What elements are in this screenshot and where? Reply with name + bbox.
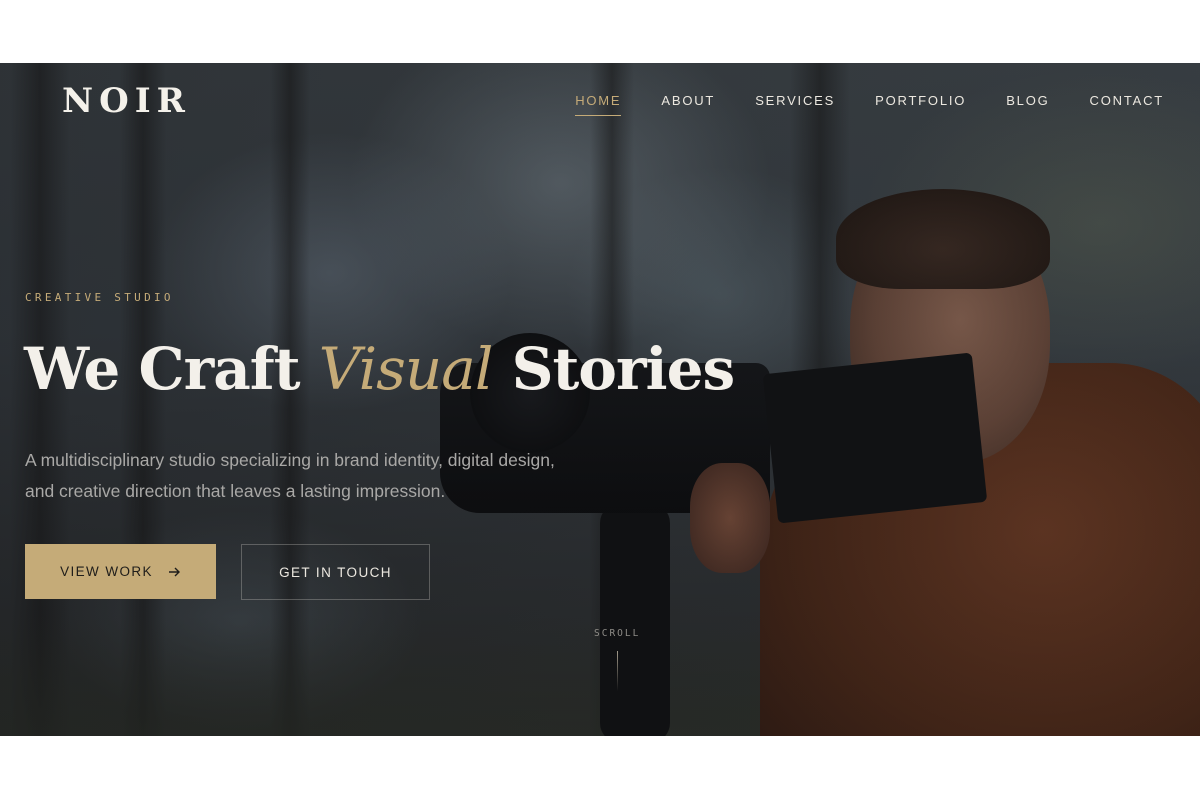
hero-subtext: A multidisciplinary studio specializing … [25, 450, 555, 501]
nav-item-contact[interactable]: CONTACT [1090, 93, 1164, 114]
get-in-touch-button[interactable]: GET IN TOUCH [241, 544, 430, 600]
hero-headline: We Craft Visual Stories [24, 335, 736, 403]
view-work-label: VIEW WORK [60, 564, 153, 579]
nav-item-portfolio[interactable]: PORTFOLIO [875, 93, 966, 114]
headline-text-end: Stories [492, 335, 736, 403]
headline-accent-word: Visual [318, 335, 494, 403]
nav-item-home[interactable]: HOME [575, 93, 622, 116]
hero-section: NOIR HOME ABOUT SERVICES PORTFOLIO BLOG … [0, 63, 1200, 736]
brand-logo[interactable]: NOIR [62, 81, 191, 121]
arrow-right-icon [168, 564, 181, 580]
scroll-indicator-line [617, 651, 618, 691]
nav-item-blog[interactable]: BLOG [1006, 93, 1049, 114]
view-work-button[interactable]: VIEW WORK [25, 544, 216, 599]
scroll-indicator-label[interactable]: SCROLL [594, 628, 640, 639]
nav-item-services[interactable]: SERVICES [755, 93, 835, 114]
main-nav: HOME ABOUT SERVICES PORTFOLIO BLOG CONTA… [535, 93, 1164, 116]
nav-item-about[interactable]: ABOUT [661, 93, 715, 114]
headline-text-start: We Craft [24, 335, 319, 403]
hero-eyebrow: CREATIVE STUDIO [25, 291, 174, 304]
